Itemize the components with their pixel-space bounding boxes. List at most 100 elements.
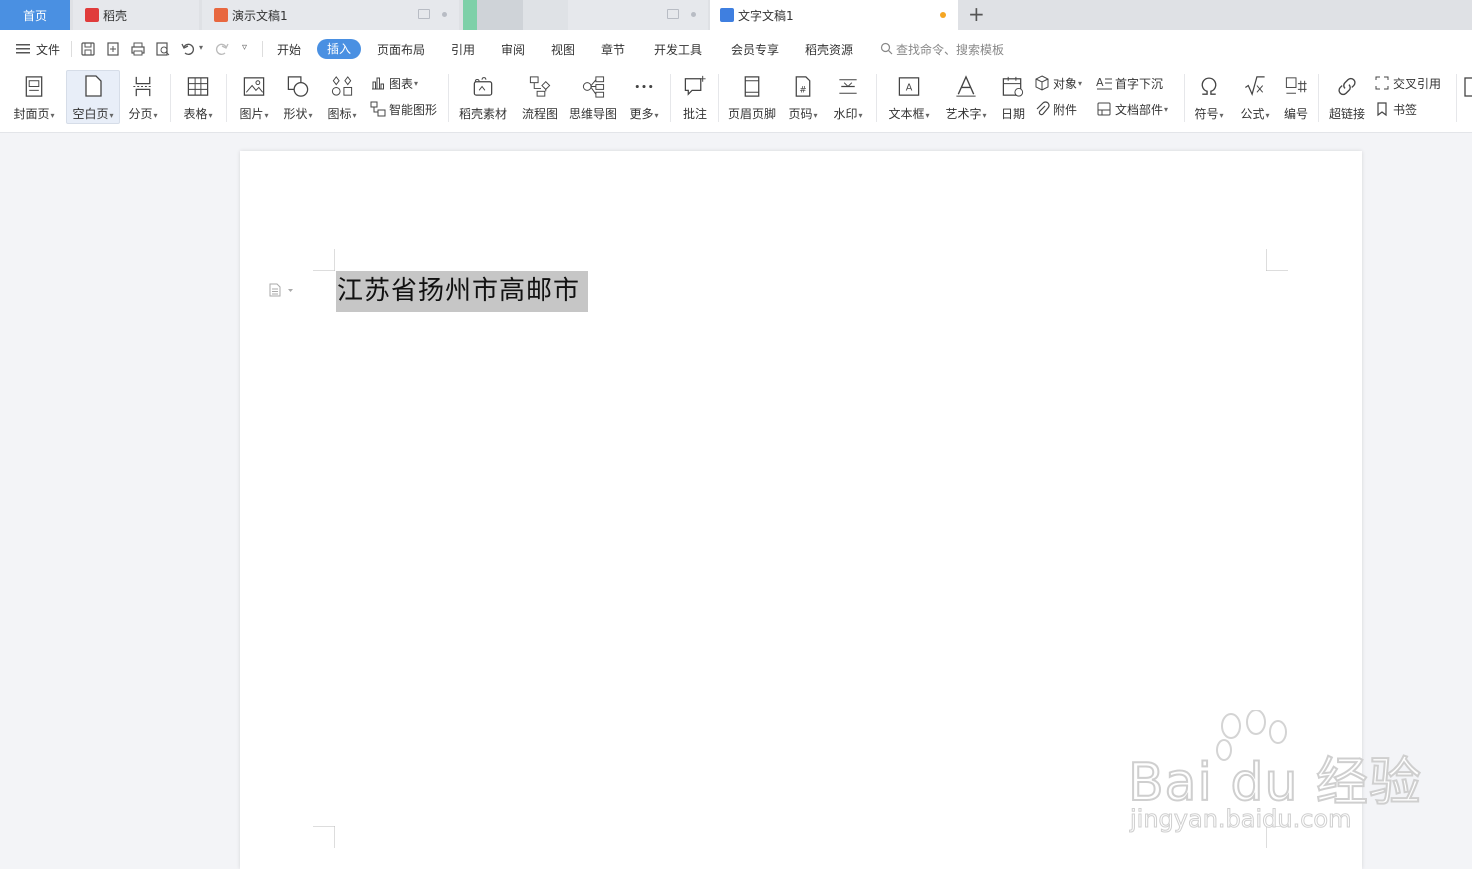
undo-icon[interactable] (180, 41, 196, 57)
word-art-icon (956, 75, 976, 97)
command-search[interactable]: 查找命令、搜索模板 (896, 41, 1004, 58)
customize-toolbar-icon[interactable]: ▿ (242, 42, 247, 53)
menu-view[interactable]: 视图 (551, 41, 575, 58)
smart-art-label: 智能图形 (389, 102, 438, 117)
picture-button[interactable]: 图片▾ (234, 72, 274, 122)
flowchart-icon (529, 76, 551, 97)
document-parts-button[interactable]: 文档部件 ▾ (1096, 100, 1168, 118)
menu-start[interactable]: 开始 (277, 41, 301, 58)
menu-bar: 文件 ▾ ▿ 开始 插入 页面布局 引用 审阅 视图 章节 开发工具 会员专享 … (0, 30, 1472, 68)
tab-daoke[interactable]: 稻壳 (73, 0, 199, 30)
drop-cap-button[interactable]: A 首字下沉 (1096, 74, 1163, 92)
margin-mark-top-left (313, 249, 335, 271)
menu-chapter[interactable]: 章节 (601, 41, 625, 58)
menu-insert[interactable]: 插入 (317, 39, 361, 59)
search-icon[interactable] (880, 42, 893, 55)
daoke-material-button[interactable]: 稻壳素材 (456, 72, 510, 122)
document-parts-icon (1097, 102, 1111, 116)
svg-text:A: A (1096, 76, 1104, 89)
close-dot-icon[interactable] (691, 11, 696, 17)
page-number-button[interactable]: # 页码▾ (784, 72, 822, 122)
shape-button[interactable]: 形状▾ (278, 72, 318, 122)
shape-icon (287, 76, 309, 97)
divider (262, 41, 263, 57)
print-icon[interactable] (130, 41, 146, 57)
numbering-button[interactable]: 编号 (1280, 72, 1312, 122)
material-icon (473, 77, 493, 96)
tab-presentation[interactable]: 演示文稿1 (202, 0, 459, 30)
formula-button[interactable]: 公式▾ (1236, 72, 1274, 122)
chart-icon (372, 77, 384, 90)
icon-library-button[interactable]: 图标▾ (322, 72, 362, 122)
page-break-button[interactable]: 分页▾ (124, 72, 162, 122)
symbol-button[interactable]: 符号▾ (1190, 72, 1228, 122)
comment-button[interactable]: 批注 (676, 72, 714, 122)
document-parts-label: 文档部件 (1115, 102, 1164, 117)
export-pdf-icon[interactable] (105, 41, 121, 57)
hyperlink-button[interactable]: 超链接 (1326, 72, 1368, 122)
text-box-button[interactable]: A 文本框▾ (884, 72, 934, 122)
menu-developer[interactable]: 开发工具 (654, 41, 702, 58)
calendar-icon (1002, 76, 1024, 97)
watermark-button[interactable]: 水印▾ (828, 72, 868, 122)
symbol-label: 符号 (1194, 107, 1219, 121)
new-tab-button[interactable]: + (968, 4, 985, 24)
hamburger-icon[interactable] (16, 43, 30, 55)
tab-blurred[interactable] (463, 0, 708, 30)
daoke-icon (85, 8, 99, 22)
save-icon[interactable] (80, 41, 96, 57)
numbering-label: 编号 (1283, 107, 1308, 121)
tab-document[interactable]: 文字文稿1 (710, 0, 958, 30)
svg-text:A: A (906, 82, 913, 93)
menu-references[interactable]: 引用 (451, 41, 475, 58)
more-dots-icon (635, 84, 653, 89)
undo-dropdown-icon[interactable]: ▾ (199, 43, 203, 52)
monitor-icon[interactable] (667, 9, 679, 19)
watermark-brand: Bai du 经验 (1127, 752, 1423, 814)
menu-review[interactable]: 审阅 (501, 41, 525, 58)
date-button[interactable]: 日期 (996, 72, 1030, 122)
overflow-window-icon[interactable] (1464, 76, 1472, 98)
monitor-icon[interactable] (418, 9, 430, 19)
table-button[interactable]: 表格▾ (178, 72, 218, 122)
redo-icon[interactable] (214, 41, 230, 57)
watermark-icon (839, 79, 857, 94)
picture-icon (243, 77, 265, 96)
tab-home[interactable]: 首页 (0, 0, 70, 30)
tab-presentation-label: 演示文稿1 (232, 8, 288, 23)
menu-page-layout[interactable]: 页面布局 (377, 41, 425, 58)
writer-icon (720, 8, 734, 22)
picture-label: 图片 (239, 107, 264, 121)
mind-map-button[interactable]: 思维导图 (566, 72, 620, 122)
flowchart-button[interactable]: 流程图 (518, 72, 562, 122)
tab-bar: 首页 稻壳 演示文稿1 文字文稿1 + (0, 0, 1472, 30)
divider (876, 74, 877, 122)
menu-member[interactable]: 会员专享 (731, 41, 779, 58)
divider (1184, 74, 1185, 122)
bookmark-button[interactable]: 书签 (1374, 100, 1417, 118)
menu-file[interactable]: 文件 (36, 41, 60, 58)
hyperlink-label: 超链接 (1328, 107, 1365, 121)
page-break-icon (133, 76, 153, 97)
divider (170, 74, 171, 122)
cover-page-button[interactable]: 封面页▾ (10, 72, 58, 122)
chart-button[interactable]: 图表 ▾ (370, 74, 418, 92)
smart-art-button[interactable]: 智能图形 (370, 100, 437, 118)
paragraph-handle-icon[interactable] (268, 283, 296, 297)
smart-art-icon (370, 101, 386, 117)
selected-text[interactable]: 江苏省扬州市高邮市 (336, 271, 589, 312)
attachment-button[interactable]: 附件 (1034, 100, 1077, 118)
print-preview-icon[interactable] (155, 41, 171, 57)
blank-page-icon (85, 75, 102, 97)
header-footer-button[interactable]: 页眉页脚 (724, 72, 780, 122)
cross-reference-button[interactable]: 交叉引用 (1374, 74, 1441, 92)
close-dot-icon[interactable] (442, 11, 447, 17)
margin-mark-bottom-left (313, 826, 335, 848)
formula-label: 公式 (1240, 107, 1265, 121)
cover-page-icon (25, 76, 43, 97)
object-button[interactable]: 对象 ▾ (1034, 74, 1082, 92)
word-art-button[interactable]: 艺术字▾ (940, 72, 992, 122)
blank-page-button[interactable]: 空白页▾ (66, 70, 120, 124)
more-button[interactable]: 更多▾ (624, 72, 664, 122)
menu-daoke-resources[interactable]: 稻壳资源 (805, 41, 853, 58)
